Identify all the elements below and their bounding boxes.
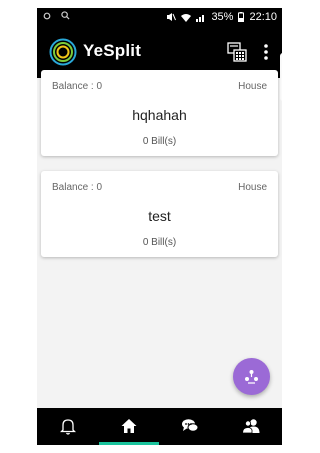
sync-icon	[43, 12, 51, 19]
calculator-icon[interactable]	[227, 42, 247, 62]
wifi-icon	[181, 13, 192, 22]
nav-notifications[interactable]	[37, 408, 98, 445]
app-title: YeSplit	[83, 41, 142, 60]
battery-percent: 35%	[211, 11, 234, 23]
group-balance: Balance : 0	[52, 182, 103, 193]
nav-chat[interactable]	[159, 408, 220, 445]
status-left	[43, 11, 70, 20]
notifications-icon	[59, 419, 76, 435]
bottom-navigation	[37, 408, 282, 445]
group-type: House	[238, 81, 267, 92]
people-icon	[241, 419, 259, 434]
clock: 22:10	[249, 11, 277, 23]
home-icon	[121, 419, 136, 433]
more-vert-icon[interactable]	[259, 42, 273, 62]
selected-tab-indicator	[99, 442, 159, 445]
add-group-button[interactable]	[233, 358, 270, 395]
group-card[interactable]: Balance : 0 House hqhahah 0 Bill(s)	[41, 70, 278, 156]
search-status-icon	[61, 11, 70, 20]
drawer-edge-handle[interactable]	[280, 53, 282, 101]
status-right: 35% 22:10	[166, 10, 277, 24]
chat-icon	[181, 419, 198, 432]
status-bar: 35% 22:10	[37, 8, 282, 26]
group-card[interactable]: Balance : 0 House test 0 Bill(s)	[41, 171, 278, 257]
add-group-icon	[245, 370, 258, 384]
nav-people[interactable]	[220, 408, 281, 445]
battery-icon	[238, 12, 245, 22]
group-bill-count: 0 Bill(s)	[142, 136, 177, 147]
mute-icon	[167, 13, 177, 21]
nav-home[interactable]	[98, 408, 159, 445]
yesplit-logo-icon	[49, 38, 77, 66]
group-type: House	[238, 182, 267, 193]
phone-screen: 35% 22:10 YeSplit Balance: 0 House hqha…	[37, 8, 282, 445]
group-name: test	[148, 208, 171, 224]
group-balance: Balance : 0	[52, 81, 103, 92]
signal-icon	[196, 14, 205, 22]
group-name: hqhahah	[132, 107, 187, 123]
group-bill-count: 0 Bill(s)	[142, 237, 177, 248]
